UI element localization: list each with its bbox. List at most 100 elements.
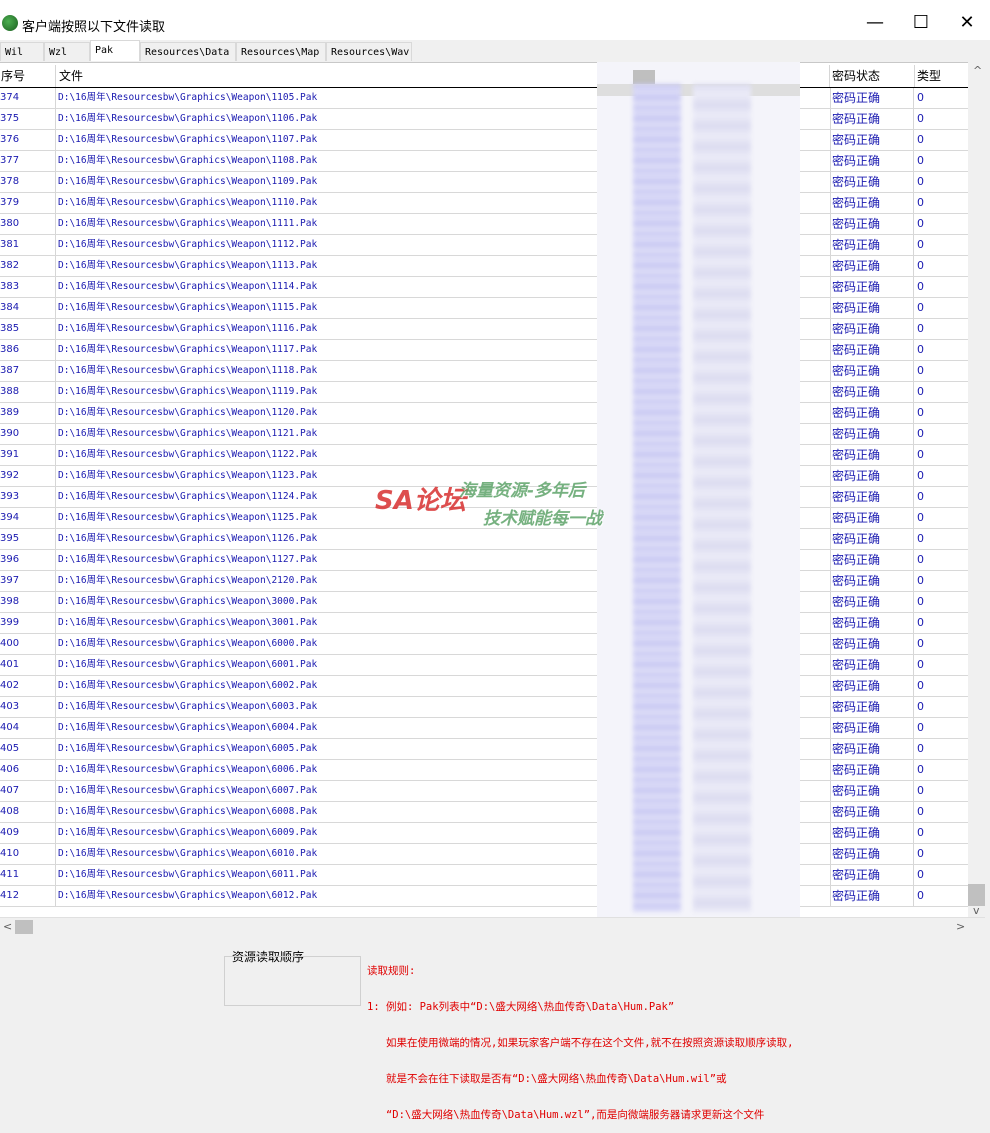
row-file-path: D:\16周年\Resourcesbw\Graphics\Weapon\1107… [58, 134, 318, 145]
vertical-scrollbar[interactable]: ^ v [968, 62, 985, 917]
row-password-status: 密码正确 [830, 718, 914, 738]
tab-wil[interactable]: Wil [0, 42, 44, 61]
row-password-status: 密码正确 [830, 823, 914, 843]
table-row[interactable]: 378 D:\16周年\Resourcesbw\Graphics\Weapon\1… [0, 172, 968, 193]
column-header-status[interactable]: 密码状态 [829, 65, 915, 87]
row-password-status: 密码正确 [830, 802, 914, 822]
row-file-path: D:\16周年\Resourcesbw\Graphics\Weapon\1117… [58, 344, 318, 355]
rules-line: “D:\盛大网络\热血传奇\Data\Hum.wzl”,而是向微端服务器请求更新… [367, 1109, 765, 1121]
table-row[interactable]: 406 D:\16周年\Resourcesbw\Graphics\Weapon\6… [0, 760, 968, 781]
table-row[interactable]: 376 D:\16周年\Resourcesbw\Graphics\Weapon\1… [0, 130, 968, 151]
table-row[interactable]: 385 D:\16周年\Resourcesbw\Graphics\Weapon\1… [0, 319, 968, 340]
table-row[interactable]: 397 D:\16周年\Resourcesbw\Graphics\Weapon\2… [0, 571, 968, 592]
row-file-path: D:\16周年\Resourcesbw\Graphics\Weapon\1116… [58, 323, 318, 334]
row-password-status: 密码正确 [830, 676, 914, 696]
table-row[interactable]: 381 D:\16周年\Resourcesbw\Graphics\Weapon\1… [0, 235, 968, 256]
row-num: 399 [0, 613, 56, 633]
table-row[interactable]: 391 D:\16周年\Resourcesbw\Graphics\Weapon\1… [0, 445, 968, 466]
row-password-status: 密码正确 [830, 361, 914, 381]
row-file-path: D:\16周年\Resourcesbw\Graphics\Weapon\6012… [58, 890, 318, 901]
table-row[interactable]: 386 D:\16周年\Resourcesbw\Graphics\Weapon\1… [0, 340, 968, 361]
table-row[interactable]: 401 D:\16周年\Resourcesbw\Graphics\Weapon\6… [0, 655, 968, 676]
table-row[interactable]: 404 D:\16周年\Resourcesbw\Graphics\Weapon\6… [0, 718, 968, 739]
row-password-status: 密码正确 [830, 256, 914, 276]
table-row[interactable]: 390 D:\16周年\Resourcesbw\Graphics\Weapon\1… [0, 424, 968, 445]
table-row[interactable]: 387 D:\16周年\Resourcesbw\Graphics\Weapon\1… [0, 361, 968, 382]
row-file-path: D:\16周年\Resourcesbw\Graphics\Weapon\6011… [58, 869, 318, 880]
table-row[interactable]: 374 D:\16周年\Resourcesbw\Graphics\Weapon\1… [0, 88, 968, 109]
table-row[interactable]: 388 D:\16周年\Resourcesbw\Graphics\Weapon\1… [0, 382, 968, 403]
table-row[interactable]: 402 D:\16周年\Resourcesbw\Graphics\Weapon\6… [0, 676, 968, 697]
minimize-button[interactable]: — [852, 0, 898, 40]
row-num: 389 [0, 403, 56, 423]
row-type: 0 [917, 364, 924, 377]
table-row[interactable]: 410 D:\16周年\Resourcesbw\Graphics\Weapon\6… [0, 844, 968, 865]
row-password-status: 密码正确 [830, 193, 914, 213]
column-header-type[interactable]: 类型 [915, 65, 968, 87]
table-row[interactable]: 411 D:\16周年\Resourcesbw\Graphics\Weapon\6… [0, 865, 968, 886]
table-row[interactable]: 409 D:\16周年\Resourcesbw\Graphics\Weapon\6… [0, 823, 968, 844]
column-header-file[interactable]: 文件 [57, 65, 602, 87]
table-row[interactable]: 375 D:\16周年\Resourcesbw\Graphics\Weapon\1… [0, 109, 968, 130]
row-num: 398 [0, 592, 56, 612]
maximize-button[interactable]: ☐ [898, 0, 944, 40]
redacted-column [633, 84, 681, 912]
row-num: 391 [0, 445, 56, 465]
table-row[interactable]: 382 D:\16周年\Resourcesbw\Graphics\Weapon\1… [0, 256, 968, 277]
row-type: 0 [917, 259, 924, 272]
row-type: 0 [917, 847, 924, 860]
table-row[interactable]: 389 D:\16周年\Resourcesbw\Graphics\Weapon\1… [0, 403, 968, 424]
app-icon [2, 15, 18, 31]
table-row[interactable]: 407 D:\16周年\Resourcesbw\Graphics\Weapon\6… [0, 781, 968, 802]
row-type: 0 [917, 280, 924, 293]
row-type: 0 [917, 133, 924, 146]
table-row[interactable]: 380 D:\16周年\Resourcesbw\Graphics\Weapon\1… [0, 214, 968, 235]
tab-resources-data[interactable]: Resources\Data [140, 42, 236, 61]
row-password-status: 密码正确 [830, 781, 914, 801]
table-row[interactable]: 405 D:\16周年\Resourcesbw\Graphics\Weapon\6… [0, 739, 968, 760]
row-num: 385 [0, 319, 56, 339]
column-header-num[interactable]: 序号 [0, 65, 56, 87]
scroll-down-icon[interactable]: v [973, 904, 980, 917]
row-num: 402 [0, 676, 56, 696]
scroll-up-icon[interactable]: ^ [973, 64, 982, 77]
table-row[interactable]: 412 D:\16周年\Resourcesbw\Graphics\Weapon\6… [0, 886, 968, 907]
row-file-path: D:\16周年\Resourcesbw\Graphics\Weapon\1105… [58, 92, 318, 103]
table-row[interactable]: 396 D:\16周年\Resourcesbw\Graphics\Weapon\1… [0, 550, 968, 571]
table-row[interactable]: 377 D:\16周年\Resourcesbw\Graphics\Weapon\1… [0, 151, 968, 172]
resource-order-list[interactable] [224, 956, 361, 1006]
row-file-path: D:\16周年\Resourcesbw\Graphics\Weapon\1108… [58, 155, 318, 166]
table-row[interactable]: 379 D:\16周年\Resourcesbw\Graphics\Weapon\1… [0, 193, 968, 214]
table-row[interactable]: 400 D:\16周年\Resourcesbw\Graphics\Weapon\6… [0, 634, 968, 655]
row-num: 375 [0, 109, 56, 129]
row-num: 379 [0, 193, 56, 213]
table-row[interactable]: 403 D:\16周年\Resourcesbw\Graphics\Weapon\6… [0, 697, 968, 718]
row-num: 405 [0, 739, 56, 759]
table-row[interactable]: 399 D:\16周年\Resourcesbw\Graphics\Weapon\3… [0, 613, 968, 634]
horizontal-scroll-thumb[interactable] [15, 920, 33, 934]
scroll-right-icon[interactable]: > [956, 920, 965, 933]
row-file-path: D:\16周年\Resourcesbw\Graphics\Weapon\1118… [58, 365, 318, 376]
table-row[interactable]: 398 D:\16周年\Resourcesbw\Graphics\Weapon\3… [0, 592, 968, 613]
table-row[interactable]: 383 D:\16周年\Resourcesbw\Graphics\Weapon\1… [0, 277, 968, 298]
scroll-left-icon[interactable]: < [3, 920, 12, 933]
row-password-status: 密码正确 [830, 151, 914, 171]
row-num: 383 [0, 277, 56, 297]
tab-pak[interactable]: Pak [90, 40, 140, 61]
row-type: 0 [917, 427, 924, 440]
tab-resources-wav[interactable]: Resources\Wav [326, 42, 412, 61]
tab-resources-map[interactable]: Resources\Map [236, 42, 326, 61]
row-num: 392 [0, 466, 56, 486]
row-type: 0 [917, 700, 924, 713]
row-file-path: D:\16周年\Resourcesbw\Graphics\Weapon\6006… [58, 764, 318, 775]
table-row[interactable]: 408 D:\16周年\Resourcesbw\Graphics\Weapon\6… [0, 802, 968, 823]
horizontal-scrollbar[interactable]: < > [0, 917, 985, 936]
tab-wzl[interactable]: Wzl [44, 42, 90, 61]
table-row[interactable]: 384 D:\16周年\Resourcesbw\Graphics\Weapon\1… [0, 298, 968, 319]
row-password-status: 密码正确 [830, 340, 914, 360]
close-button[interactable]: ✕ [944, 0, 990, 40]
vertical-scroll-thumb[interactable] [968, 884, 985, 906]
row-num: 396 [0, 550, 56, 570]
row-type: 0 [917, 490, 924, 503]
row-num: 386 [0, 340, 56, 360]
